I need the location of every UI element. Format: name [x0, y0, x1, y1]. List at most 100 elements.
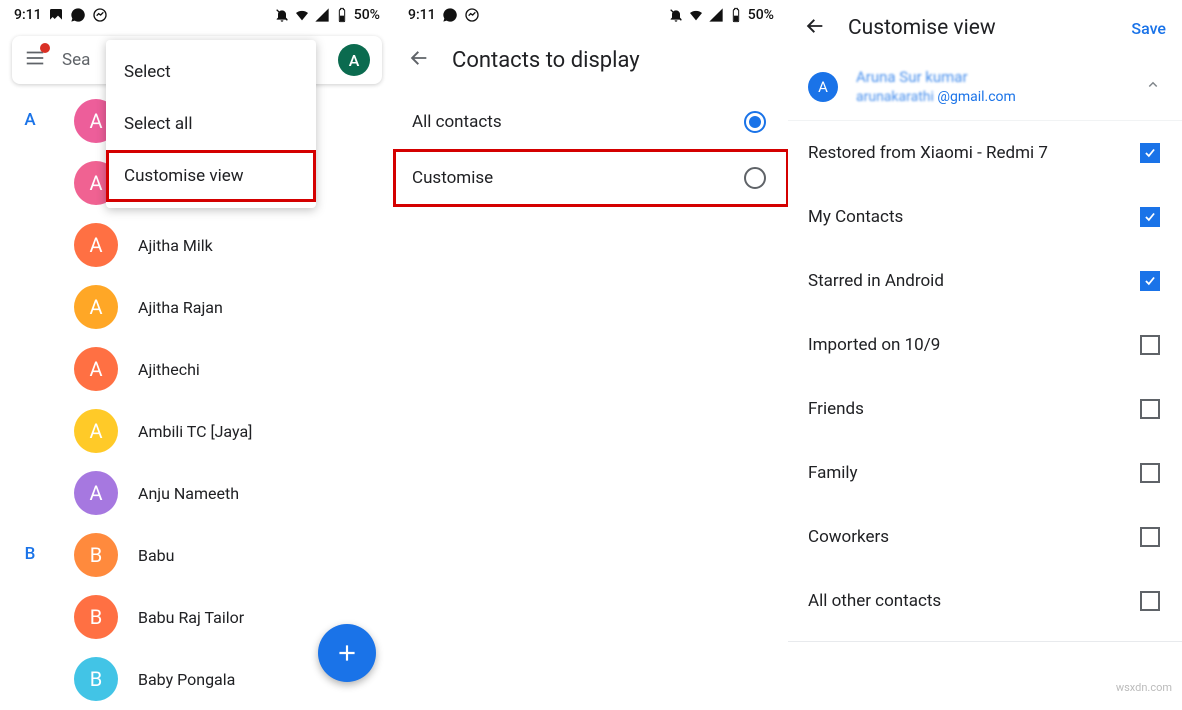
group-row[interactable]: Family — [788, 441, 1182, 505]
group-label: All other contacts — [808, 591, 941, 611]
group-label: Restored from Xiaomi - Redmi 7 — [808, 143, 1048, 163]
messenger-icon — [92, 7, 108, 23]
account-row[interactable]: A Aruna Sur kumar arunakarathi @gmail.co… — [788, 56, 1182, 120]
contact-avatar: B — [74, 595, 118, 639]
contact-label: Baby Pongala — [138, 670, 235, 689]
status-battery: 50% — [748, 7, 774, 23]
contact-item[interactable]: A Ajitha Milk — [60, 214, 394, 276]
plus-icon — [334, 640, 360, 666]
checkbox-unchecked-icon[interactable] — [1140, 463, 1160, 483]
checkbox-unchecked-icon[interactable] — [1140, 335, 1160, 355]
phone-contacts-to-display: 9:11 50% Contacts to display All contact… — [394, 0, 788, 700]
group-row[interactable]: Friends — [788, 377, 1182, 441]
contact-item[interactable]: A Anju Nameeth — [60, 462, 394, 524]
status-time: 9:11 — [408, 7, 436, 23]
overflow-menu: Select Select all Customise view — [106, 40, 316, 208]
checkbox-unchecked-icon[interactable] — [1140, 591, 1160, 611]
contact-avatar: A — [74, 471, 118, 515]
contact-avatar: A — [74, 285, 118, 329]
option-label: Customise — [412, 168, 493, 188]
group-row[interactable]: Coworkers — [788, 505, 1182, 569]
radio-selected-icon — [744, 111, 766, 133]
status-bar: 9:11 50% — [394, 0, 788, 30]
group-label: Friends — [808, 399, 864, 419]
contact-avatar: B — [74, 657, 118, 701]
group-label: My Contacts — [808, 207, 903, 227]
chevron-up-icon — [1144, 76, 1162, 98]
option-customise[interactable]: Customise — [394, 150, 788, 206]
contact-label: Babu Raj Tailor — [138, 608, 244, 627]
contact-avatar: A — [74, 223, 118, 267]
add-contact-fab[interactable] — [318, 624, 376, 682]
messenger-icon — [464, 7, 480, 23]
contact-label: Anju Nameeth — [138, 484, 239, 503]
group-row[interactable]: Restored from Xiaomi - Redmi 7 — [788, 121, 1182, 185]
group-row[interactable]: My Contacts — [788, 185, 1182, 249]
contact-label: Babu — [138, 546, 174, 565]
page-title: Contacts to display — [452, 48, 640, 73]
menu-icon[interactable] — [24, 47, 46, 73]
battery-icon — [728, 7, 744, 23]
checkbox-checked-icon[interactable] — [1140, 271, 1160, 291]
header: Contacts to display — [394, 30, 788, 90]
header: Customise view Save — [788, 0, 1182, 56]
menu-select-all[interactable]: Select all — [106, 98, 316, 150]
account-info: Aruna Sur kumar arunakarathi @gmail.com — [856, 68, 1016, 106]
wifi-icon — [294, 7, 310, 23]
contact-label: Ajitha Rajan — [138, 298, 223, 317]
menu-customise-view[interactable]: Customise view — [106, 150, 316, 202]
whatsapp-icon — [442, 7, 458, 23]
contact-item[interactable]: A Ajithechi — [60, 338, 394, 400]
contact-label: Ajithechi — [138, 360, 200, 379]
contact-label: Ambili TC [Jaya] — [138, 422, 252, 441]
contact-avatar: B — [74, 533, 118, 577]
account-name: Aruna Sur kumar — [856, 68, 1016, 88]
group-row[interactable]: All other contacts — [788, 569, 1182, 633]
status-bar: 9:11 50% — [0, 0, 394, 30]
contact-item[interactable]: A Ajitha Rajan — [60, 276, 394, 338]
option-all-contacts[interactable]: All contacts — [394, 94, 788, 150]
status-battery: 50% — [354, 7, 380, 23]
phone-customise-view: Customise view Save A Aruna Sur kumar ar… — [788, 0, 1182, 700]
signal-icon — [708, 7, 724, 23]
back-icon[interactable] — [804, 15, 826, 41]
group-row[interactable]: Starred in Android — [788, 249, 1182, 313]
dnd-icon — [668, 7, 684, 23]
group-list: Restored from Xiaomi - Redmi 7 My Contact… — [788, 120, 1182, 642]
save-button[interactable]: Save — [1131, 19, 1166, 38]
group-label: Family — [808, 463, 858, 483]
display-options: All contacts Customise — [394, 94, 788, 206]
account-email: arunakarathi @gmail.com — [856, 88, 1016, 106]
account-avatar[interactable]: A — [338, 44, 370, 76]
account-avatar: A — [808, 72, 838, 102]
group-label: Starred in Android — [808, 271, 944, 291]
dnd-icon — [274, 7, 290, 23]
search-placeholder: Sea — [62, 50, 90, 70]
checkbox-checked-icon[interactable] — [1140, 207, 1160, 227]
radio-unselected-icon — [744, 167, 766, 189]
section-letter-A: A — [0, 90, 60, 524]
checkbox-checked-icon[interactable] — [1140, 143, 1160, 163]
back-icon[interactable] — [408, 47, 430, 73]
status-time: 9:11 — [14, 7, 42, 23]
checkbox-unchecked-icon[interactable] — [1140, 527, 1160, 547]
watermark: wsxdn.com — [1116, 681, 1172, 694]
notification-dot — [40, 43, 50, 53]
group-label: Coworkers — [808, 527, 889, 547]
contact-item[interactable]: B Babu — [60, 524, 394, 586]
group-label: Imported on 10/9 — [808, 335, 940, 355]
contact-avatar: A — [74, 409, 118, 453]
page-title: Customise view — [848, 16, 1109, 40]
menu-select[interactable]: Select — [106, 46, 316, 98]
wifi-icon — [688, 7, 704, 23]
contact-avatar: A — [74, 347, 118, 391]
option-label: All contacts — [412, 112, 502, 132]
phone-contacts: 9:11 50% Sea A A AAAAjitha MilkAAjitha R… — [0, 0, 394, 700]
image-icon — [48, 7, 64, 23]
contact-label: Ajitha Milk — [138, 236, 213, 255]
battery-icon — [334, 7, 350, 23]
section-letter-B: B — [0, 524, 60, 710]
checkbox-unchecked-icon[interactable] — [1140, 399, 1160, 419]
group-row[interactable]: Imported on 10/9 — [788, 313, 1182, 377]
contact-item[interactable]: A Ambili TC [Jaya] — [60, 400, 394, 462]
